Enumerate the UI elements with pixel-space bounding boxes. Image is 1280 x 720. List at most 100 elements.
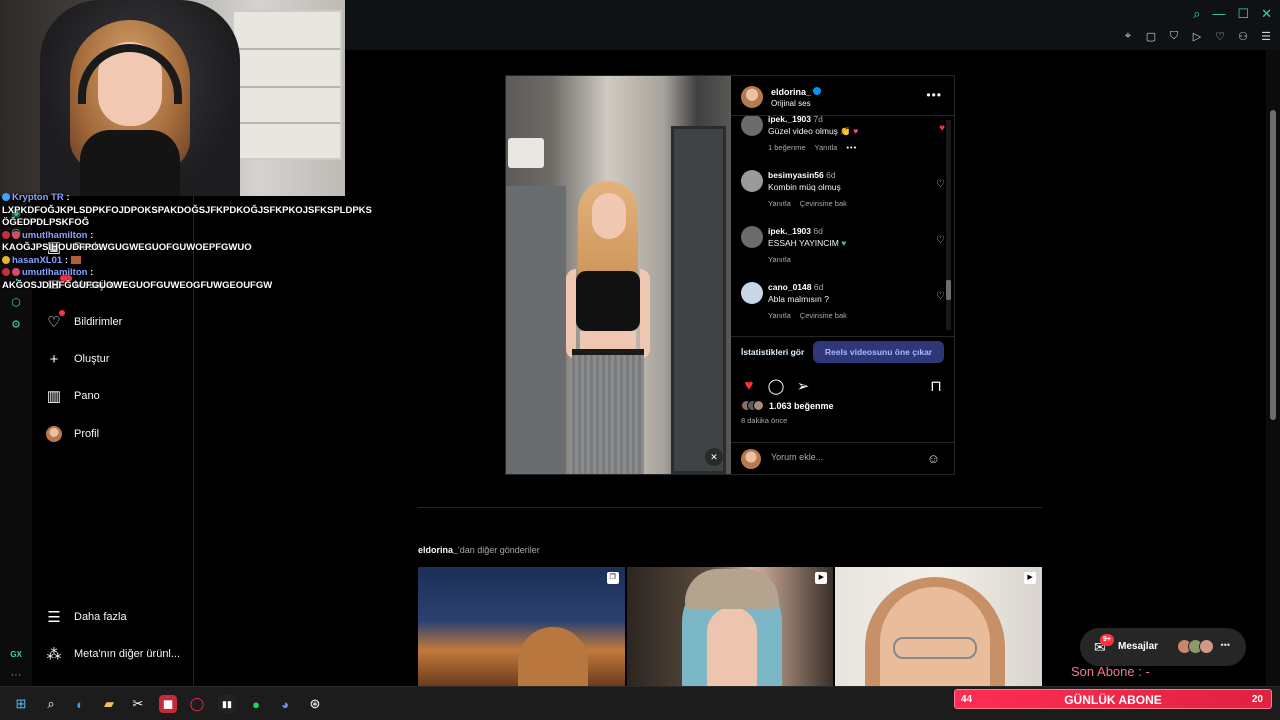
spotify-icon[interactable]: ●	[247, 695, 265, 713]
plus-icon: +	[49, 350, 59, 368]
translate-button[interactable]: Çevirisine bak	[800, 199, 847, 208]
chat-line: umutlhamilton : AKĞOSJDIHFĞGUFGUOWEGUOFG…	[2, 267, 273, 291]
settings-icon[interactable]: ⚙	[9, 318, 23, 332]
browser-topbar: ⌕ — ☐ ✕ ⌖ ▢ ⛉ ▷ ♡ ⚇ ☰	[345, 0, 1280, 50]
comments-scrollbar[interactable]	[946, 120, 951, 330]
webcam-overlay	[0, 0, 345, 196]
more-icon[interactable]: ···	[9, 668, 23, 682]
post-time: 8 dakika önce	[741, 416, 788, 425]
windows-start-icon[interactable]: ⊞	[12, 695, 30, 713]
translate-button[interactable]: Çevirisine bak	[800, 311, 847, 320]
post-thumbnail[interactable]: ❐	[418, 567, 625, 686]
profile-avatar	[46, 426, 62, 442]
stream-chat: Krypton TR : LXPKDFOĞJKPLSDPKFOJDPOKSPAK…	[2, 192, 372, 292]
comment-likes[interactable]: 1 beğenme	[768, 143, 806, 152]
close-icon[interactable]: ✕	[1261, 6, 1272, 22]
discord-icon[interactable]: ◕	[276, 695, 294, 713]
commenter-avatar[interactable]	[741, 116, 763, 136]
nav-profile[interactable]: Profil	[46, 422, 99, 446]
post-thumbnail[interactable]: ▶	[626, 567, 834, 686]
goal-target: 20	[1251, 694, 1263, 705]
author-avatar[interactable]	[741, 86, 763, 108]
nav-dashboard[interactable]: ▥ Pano	[46, 384, 100, 408]
commenter-avatar[interactable]	[741, 170, 763, 192]
verified-icon	[813, 87, 822, 95]
post-sidebar: eldorina_ Orijinal ses ••• ipek._1903 7d…	[731, 76, 954, 474]
carousel-icon: ❐	[606, 572, 619, 584]
author-username[interactable]: eldorina_	[771, 87, 822, 97]
more-icon: •••	[1220, 640, 1230, 650]
more-posts-grid: ❐ ▶ ▶	[418, 567, 1043, 686]
nav-meta-products[interactable]: ⁂ Meta'nın diğer ürünl...	[46, 642, 181, 666]
commenter-avatar[interactable]	[741, 226, 763, 248]
shield-icon[interactable]: ⛉	[1168, 30, 1180, 43]
like-count[interactable]: 1.063 beğenme	[741, 400, 834, 411]
chat-line: LXPKDFOĞJKPLSDPKFOJDPOKSPAKDOĞSJFKPDKOĞJ…	[2, 204, 372, 229]
window-controls: ⌕ — ☐ ✕	[1193, 6, 1272, 22]
file-explorer-icon[interactable]: ▰	[100, 695, 118, 713]
search-icon[interactable]: ⌕	[1193, 6, 1200, 22]
nav-more[interactable]: ☰ Daha fazla	[46, 605, 127, 629]
play-icon[interactable]: ▷	[1191, 30, 1203, 43]
nav-notifications[interactable]: ♡ Bildirimler	[46, 310, 122, 334]
comment-icon[interactable]: ◯	[767, 377, 785, 395]
profile-icon[interactable]: ⚇	[1237, 30, 1249, 43]
background-shelf	[232, 10, 342, 160]
more-posts-heading: eldorina_'dan diğer gönderiler	[418, 545, 540, 555]
gx-icon[interactable]: GX	[9, 648, 23, 662]
extensions-icon[interactable]: ⬡	[9, 296, 23, 310]
heart-icon[interactable]: ♡	[1214, 30, 1226, 43]
reply-button[interactable]: Yanıtla	[768, 311, 791, 320]
streamer	[70, 20, 190, 196]
more-posts-username[interactable]: eldorina_	[418, 545, 458, 555]
snapshot-icon[interactable]: ▢	[1145, 30, 1157, 43]
snipping-tool-icon[interactable]: ✂	[129, 695, 147, 713]
nav-label: Daha fazla	[74, 611, 127, 623]
scrollbar-thumb[interactable]	[1270, 110, 1276, 420]
comment-like-icon[interactable]: ♡	[936, 291, 945, 302]
post-thumbnail[interactable]: ▶	[835, 567, 1043, 686]
share-icon[interactable]: ➢	[794, 377, 812, 395]
edge-icon[interactable]: ◐	[71, 695, 89, 713]
boost-reel-button[interactable]: Reels videosunu öne çıkar	[813, 341, 944, 363]
comment-like-icon[interactable]: ♥	[939, 123, 945, 134]
unread-badge: 9+	[1100, 634, 1114, 646]
page-scrollbar[interactable]	[1266, 50, 1280, 686]
insights-row: İstatistikleri gör Reels videosunu öne ç…	[731, 336, 954, 366]
reel-post: ✕ eldorina_ Orijinal ses ••• ipek._1903 …	[505, 75, 955, 475]
hamburger-icon: ☰	[47, 609, 61, 626]
audio-label[interactable]: Orijinal ses	[771, 99, 811, 108]
comments-list: ipek._1903 7d Güzel video olmuş 👏 ♥ 1 be…	[731, 116, 954, 330]
comment-like-icon[interactable]: ♡	[936, 179, 945, 190]
nav-label: Meta'nın diğer ürünl...	[74, 648, 181, 660]
mute-icon[interactable]: ✕	[705, 448, 723, 466]
reel-icon: ▶	[815, 572, 828, 584]
comment-input[interactable]	[771, 452, 911, 462]
menu-icon[interactable]: ☰	[1260, 30, 1272, 43]
obs-icon[interactable]: ▮▮	[218, 695, 236, 713]
messages-floating-button[interactable]: ✉ 9+ Mesajlar •••	[1080, 628, 1246, 666]
comment-like-icon[interactable]: ♡	[936, 235, 945, 246]
pin-icon[interactable]: ⌖	[1122, 30, 1134, 43]
maximize-icon[interactable]: ☐	[1237, 6, 1249, 22]
nav-label: Bildirimler	[74, 316, 123, 328]
minimize-icon[interactable]: —	[1212, 6, 1225, 22]
emoji-icon[interactable]: ☺	[927, 451, 940, 466]
commenter-avatar[interactable]	[741, 282, 763, 304]
opera-gx-icon[interactable]: ◯	[188, 695, 206, 713]
like-icon[interactable]: ♥	[740, 377, 758, 394]
search-icon[interactable]: ⌕	[42, 695, 60, 713]
chat-line: Krypton TR :	[2, 192, 342, 205]
nav-create[interactable]: + Oluştur	[46, 347, 110, 371]
reply-button[interactable]: Yanıtla	[815, 143, 838, 152]
steam-icon[interactable]: ⊛	[306, 695, 324, 713]
reply-button[interactable]: Yanıtla	[768, 255, 791, 264]
reel-video[interactable]: ✕	[506, 76, 731, 474]
more-options-icon[interactable]: •••	[926, 88, 942, 102]
comment-more-icon[interactable]: •••	[846, 143, 857, 152]
recent-avatars	[1177, 639, 1214, 654]
reply-button[interactable]: Yanıtla	[768, 199, 791, 208]
view-insights-link[interactable]: İstatistikleri gör	[741, 347, 804, 357]
app-red-icon[interactable]: ◼	[159, 695, 177, 713]
save-icon[interactable]: ⊓	[927, 377, 945, 395]
